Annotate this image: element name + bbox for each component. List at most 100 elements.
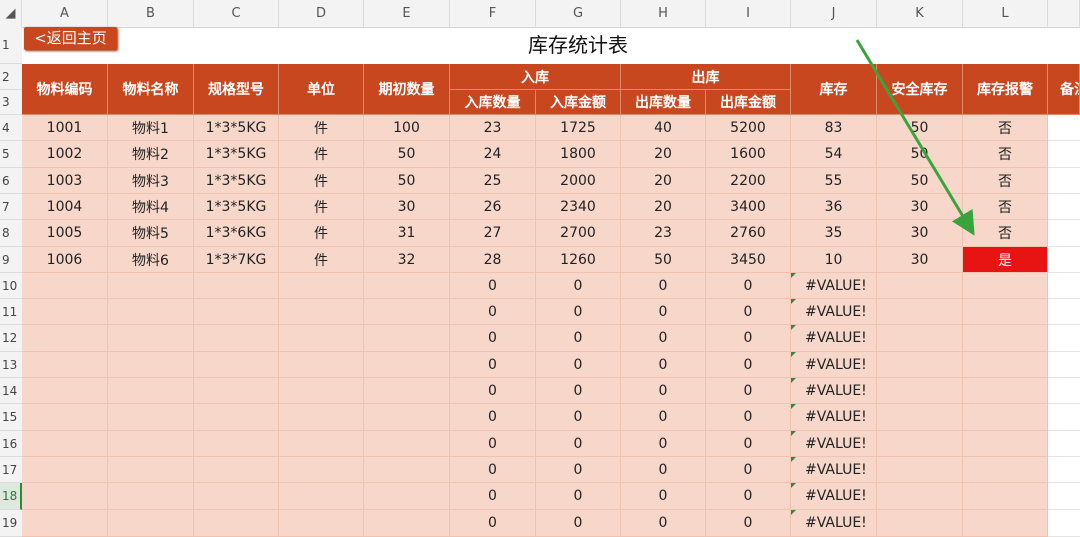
cell-remark[interactable]	[1048, 483, 1080, 510]
cell-empty[interactable]	[877, 457, 963, 483]
cell-in_amt[interactable]: 1260	[536, 247, 621, 273]
cell-empty[interactable]	[279, 378, 364, 404]
column-header[interactable]: I	[706, 0, 791, 27]
cell-empty[interactable]	[194, 273, 279, 299]
cell-empty[interactable]	[279, 483, 364, 510]
column-header[interactable]: G	[536, 0, 621, 27]
cell-unit[interactable]: 件	[279, 247, 364, 273]
cell-empty[interactable]	[108, 352, 194, 378]
cell-out_amt[interactable]: 0	[706, 299, 791, 325]
cell-in_amt[interactable]: 0	[536, 273, 621, 299]
cell-out_amt[interactable]: 0	[706, 325, 791, 352]
cell-empty[interactable]	[194, 378, 279, 404]
cell-empty[interactable]	[194, 325, 279, 352]
cell-empty[interactable]	[22, 273, 108, 299]
cell-empty[interactable]	[877, 352, 963, 378]
cell-out_amt[interactable]: 0	[706, 378, 791, 404]
cell-opening[interactable]: 100	[364, 115, 450, 141]
cell-empty[interactable]	[364, 378, 450, 404]
cell-remark[interactable]	[1048, 325, 1080, 352]
cell-spec[interactable]: 1*3*5KG	[194, 141, 279, 168]
cell-safety[interactable]: 30	[877, 220, 963, 247]
cell-empty[interactable]	[963, 299, 1048, 325]
cell-alarm[interactable]: 否	[963, 141, 1048, 168]
cell-empty[interactable]	[108, 404, 194, 431]
cell-alarm[interactable]: 否	[963, 168, 1048, 194]
cell-empty[interactable]	[108, 378, 194, 404]
cell-safety[interactable]: 30	[877, 194, 963, 220]
cell-out_amt[interactable]: 0	[706, 431, 791, 457]
cell-out_qty[interactable]: 20	[621, 194, 706, 220]
cell-remark[interactable]	[1048, 352, 1080, 378]
cell-empty[interactable]	[963, 431, 1048, 457]
cell-empty[interactable]	[877, 510, 963, 537]
cell-out_amt[interactable]: 2200	[706, 168, 791, 194]
cell-empty[interactable]	[877, 273, 963, 299]
row-header[interactable]: 5	[0, 141, 22, 168]
cell-in_qty[interactable]: 26	[450, 194, 536, 220]
cell-out_qty[interactable]: 50	[621, 247, 706, 273]
cell-empty[interactable]	[963, 378, 1048, 404]
cell-in_qty[interactable]: 0	[450, 510, 536, 537]
cell-in_qty[interactable]: 0	[450, 483, 536, 510]
row-header[interactable]: 6	[0, 168, 22, 194]
cell-in_qty[interactable]: 0	[450, 431, 536, 457]
cell-spec[interactable]: 1*3*5KG	[194, 168, 279, 194]
cell-opening[interactable]: 50	[364, 168, 450, 194]
cell-stock[interactable]: 54	[791, 141, 877, 168]
cell-stock[interactable]: 36	[791, 194, 877, 220]
cell-code[interactable]: 1006	[22, 247, 108, 273]
cell-code[interactable]: 1003	[22, 168, 108, 194]
column-header[interactable]: B	[108, 0, 194, 27]
cell-opening[interactable]: 30	[364, 194, 450, 220]
cell-in_amt[interactable]: 0	[536, 299, 621, 325]
cell-empty[interactable]	[963, 404, 1048, 431]
cell-in_amt[interactable]: 2340	[536, 194, 621, 220]
column-header[interactable]: D	[279, 0, 364, 27]
cell-spec[interactable]: 1*3*5KG	[194, 115, 279, 141]
column-header[interactable]: E	[364, 0, 450, 27]
cell-stock[interactable]: #VALUE!	[791, 457, 877, 483]
cell-name[interactable]: 物料3	[108, 168, 194, 194]
cell-out_qty[interactable]: 23	[621, 220, 706, 247]
cell-empty[interactable]	[279, 510, 364, 537]
cell-code[interactable]: 1005	[22, 220, 108, 247]
cell-empty[interactable]	[364, 457, 450, 483]
row-header[interactable]: 4	[0, 115, 22, 141]
cell-in_amt[interactable]: 0	[536, 431, 621, 457]
cell-stock[interactable]: 10	[791, 247, 877, 273]
cell-remark[interactable]	[1048, 194, 1080, 220]
column-header[interactable]: F	[450, 0, 536, 27]
row-header[interactable]: 9	[0, 247, 22, 273]
cell-out_amt[interactable]: 0	[706, 483, 791, 510]
cell-remark[interactable]	[1048, 220, 1080, 247]
cell-empty[interactable]	[194, 431, 279, 457]
cell-remark[interactable]	[1048, 141, 1080, 168]
cell-opening[interactable]: 32	[364, 247, 450, 273]
cell-empty[interactable]	[963, 352, 1048, 378]
cell-in_qty[interactable]: 0	[450, 404, 536, 431]
cell-empty[interactable]	[194, 457, 279, 483]
cell-in_qty[interactable]: 27	[450, 220, 536, 247]
cell-stock[interactable]: #VALUE!	[791, 404, 877, 431]
cell-empty[interactable]	[963, 457, 1048, 483]
cell-stock[interactable]: 35	[791, 220, 877, 247]
cell-spec[interactable]: 1*3*6KG	[194, 220, 279, 247]
cell-out_qty[interactable]: 0	[621, 404, 706, 431]
cell-empty[interactable]	[22, 431, 108, 457]
cell-in_qty[interactable]: 0	[450, 299, 536, 325]
row-header[interactable]: 1	[0, 27, 22, 64]
cell-in_qty[interactable]: 0	[450, 378, 536, 404]
cell-remark[interactable]	[1048, 273, 1080, 299]
cell-stock[interactable]: #VALUE!	[791, 378, 877, 404]
cell-empty[interactable]	[364, 510, 450, 537]
cell-unit[interactable]: 件	[279, 168, 364, 194]
cell-in_amt[interactable]: 0	[536, 510, 621, 537]
cell-unit[interactable]: 件	[279, 220, 364, 247]
cell-out_qty[interactable]: 0	[621, 378, 706, 404]
cell-empty[interactable]	[22, 483, 108, 510]
cell-in_amt[interactable]: 2700	[536, 220, 621, 247]
cell-unit[interactable]: 件	[279, 194, 364, 220]
cell-empty[interactable]	[108, 325, 194, 352]
cell-stock[interactable]: #VALUE!	[791, 483, 877, 510]
